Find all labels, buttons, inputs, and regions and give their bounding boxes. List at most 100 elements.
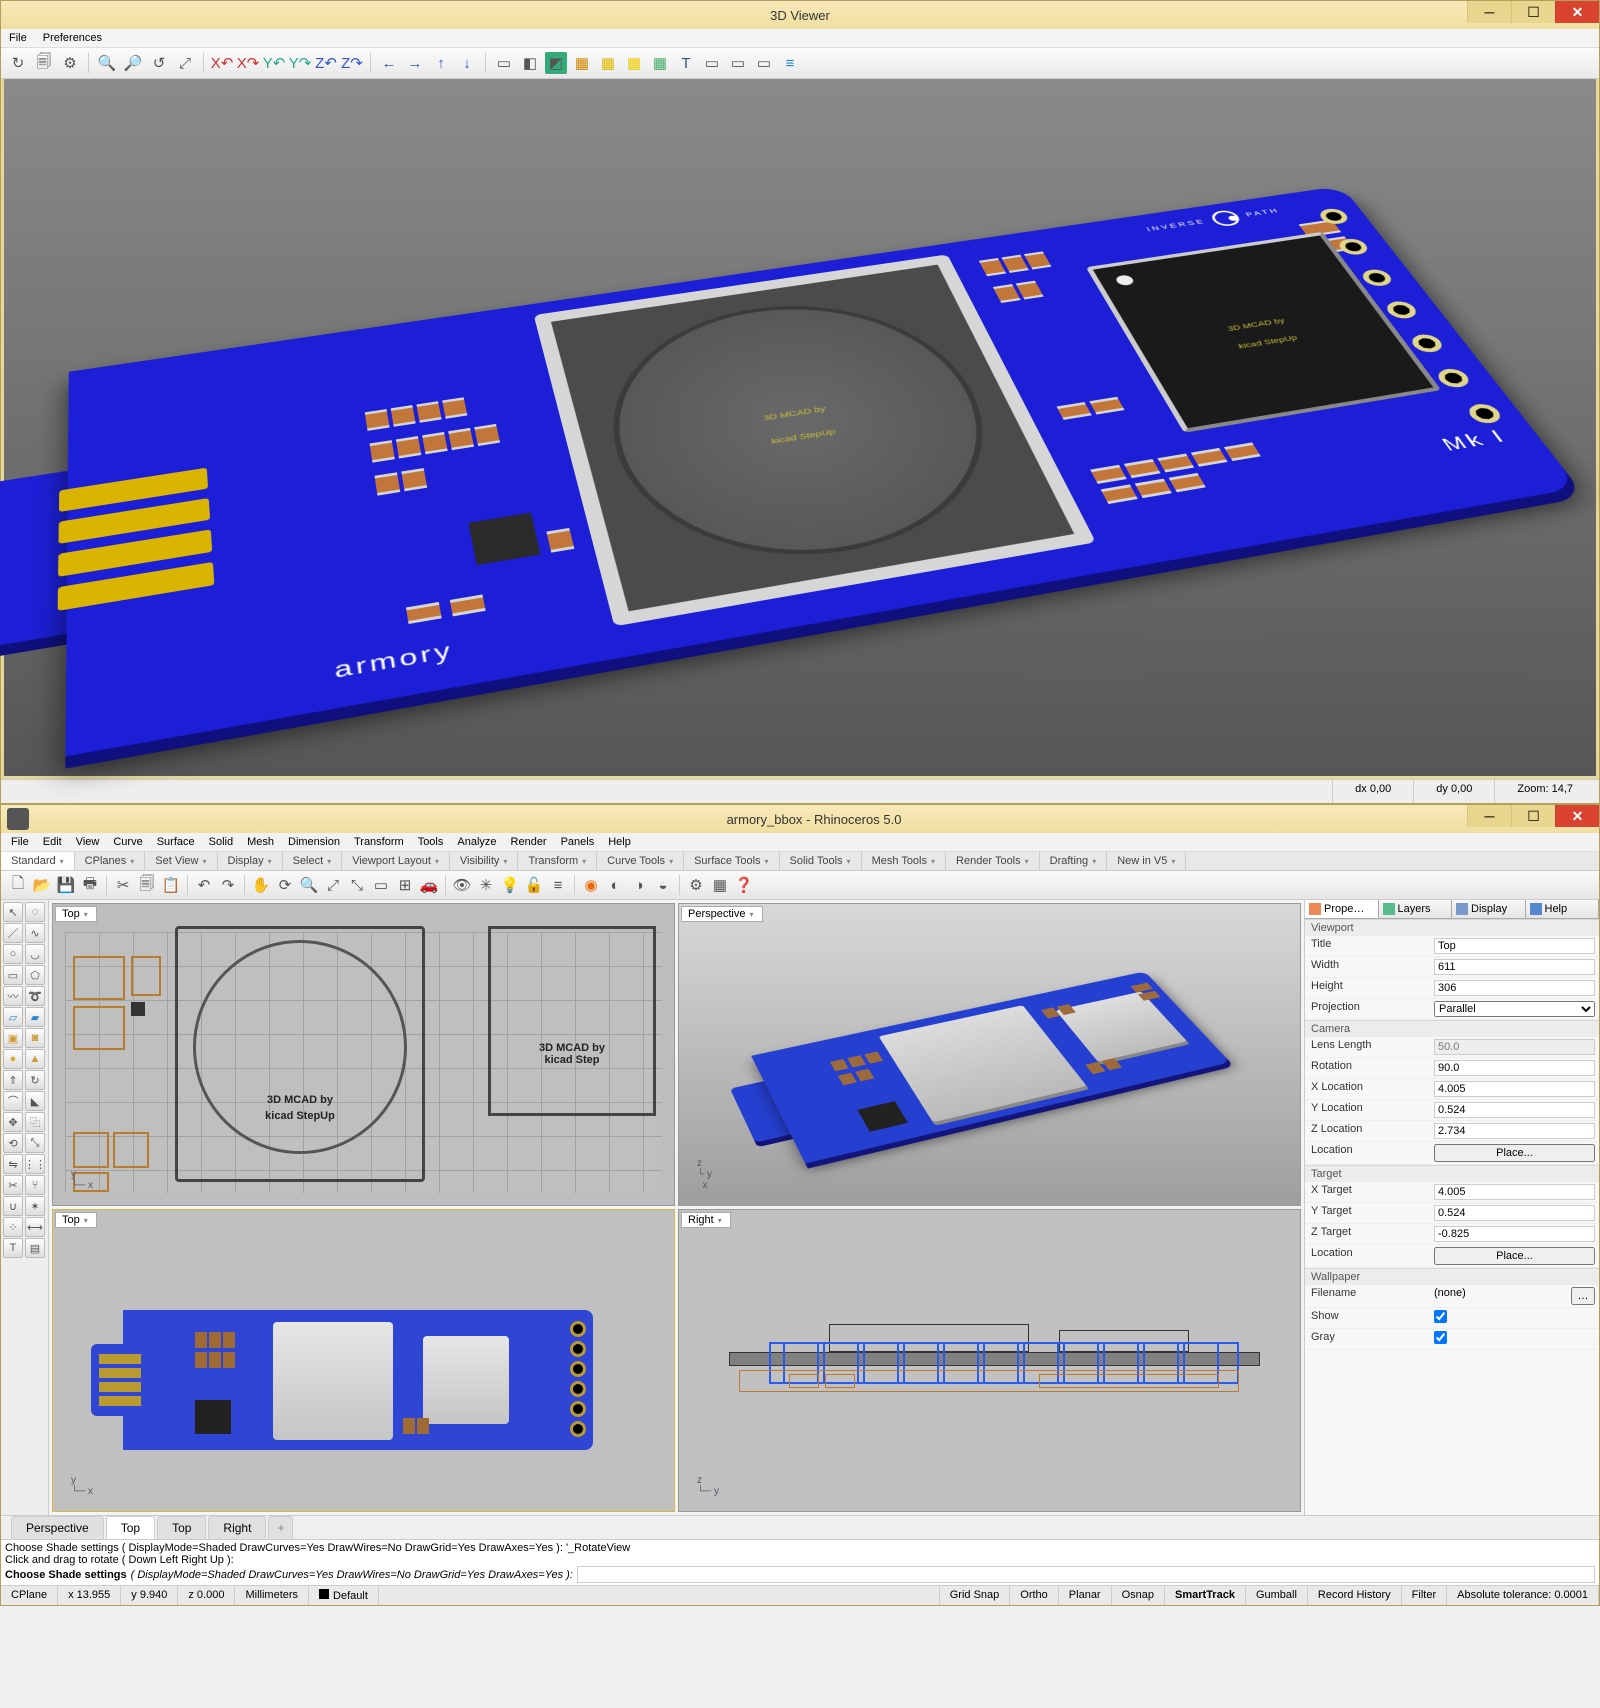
revolve-icon[interactable]: ↻ xyxy=(25,1070,45,1090)
paste-icon[interactable]: ▦ xyxy=(649,52,671,74)
titlebar-rhino[interactable]: armory_bbox - Rhinoceros 5.0 ─ ☐ ✕ xyxy=(1,805,1599,833)
tab-newinv5[interactable]: New in V5▾ xyxy=(1107,852,1186,870)
line-icon[interactable]: ／ xyxy=(3,923,23,943)
toggle-recordhistory[interactable]: Record History xyxy=(1308,1586,1402,1605)
cone-icon[interactable]: ▲ xyxy=(25,1049,45,1069)
prop-height-input[interactable] xyxy=(1434,980,1595,996)
menu-surface[interactable]: Surface xyxy=(157,836,195,848)
explode-icon[interactable]: ✶ xyxy=(25,1196,45,1216)
viewport-label-persp[interactable]: Perspective▾ xyxy=(681,906,763,922)
mirror-icon[interactable]: ⇋ xyxy=(3,1154,23,1174)
polyline-icon[interactable]: ∿ xyxy=(25,923,45,943)
array-icon[interactable]: ⋮⋮ xyxy=(25,1154,45,1174)
scale-icon[interactable]: ⤡ xyxy=(25,1133,45,1153)
config-icon[interactable]: ⚙ xyxy=(59,52,81,74)
tab-setview[interactable]: Set View▾ xyxy=(145,852,217,870)
text-icon[interactable]: T xyxy=(675,52,697,74)
circle-icon[interactable]: ○ xyxy=(3,944,23,964)
rect-icon[interactable]: ▭ xyxy=(3,965,23,985)
prop-ytarget-input[interactable] xyxy=(1434,1205,1595,1221)
place-target-button[interactable]: Place... xyxy=(1434,1247,1595,1265)
shade-icon[interactable]: ◒ xyxy=(652,874,674,896)
zoom-out-icon[interactable]: 🔎 xyxy=(122,52,144,74)
surface-icon[interactable]: ▱ xyxy=(3,1007,23,1027)
prop-zloc-input[interactable] xyxy=(1434,1123,1595,1139)
iso-icon[interactable]: ◧ xyxy=(519,52,541,74)
layers-icon[interactable]: ≡ xyxy=(547,874,569,896)
cyl-icon[interactable]: ◙ xyxy=(25,1028,45,1048)
undo-icon[interactable]: ↶ xyxy=(193,874,215,896)
viewport-tab-add[interactable]: + xyxy=(268,1516,293,1539)
toggle-planar[interactable]: Planar xyxy=(1059,1586,1112,1605)
material-icon[interactable]: ◐ xyxy=(604,874,626,896)
lasso-icon[interactable]: ◌ xyxy=(25,902,45,922)
move-icon[interactable]: ✥ xyxy=(3,1112,23,1132)
pan-up-icon[interactable]: ↑ xyxy=(430,52,452,74)
join-icon[interactable]: ∪ xyxy=(3,1196,23,1216)
hide-icon[interactable]: ✳ xyxy=(475,874,497,896)
help-icon[interactable]: ❓ xyxy=(733,874,755,896)
rotate-z-neg-icon[interactable]: Z↶ xyxy=(315,52,337,74)
pan-left-icon[interactable]: ← xyxy=(378,52,400,74)
tab-standard[interactable]: Standard▾ xyxy=(1,852,75,870)
viewport-right[interactable]: Right▾ xyxy=(678,1209,1301,1512)
cut-icon[interactable]: ✂ xyxy=(112,874,134,896)
lock-icon[interactable]: 💡 xyxy=(499,874,521,896)
zoom-icon[interactable]: 🔍 xyxy=(298,874,320,896)
viewport-tab-perspective[interactable]: Perspective xyxy=(11,1516,104,1539)
realistic-icon[interactable]: ▭ xyxy=(753,52,775,74)
toggle-osnap[interactable]: Osnap xyxy=(1112,1586,1165,1605)
toggle-gumball[interactable]: Gumball xyxy=(1246,1586,1308,1605)
rhino-maximize-button[interactable]: ☐ xyxy=(1511,805,1555,827)
chamfer-icon[interactable]: ◣ xyxy=(25,1091,45,1111)
toggle-filter[interactable]: Filter xyxy=(1402,1586,1447,1605)
command-input[interactable] xyxy=(577,1566,1595,1583)
prop-xtarget-input[interactable] xyxy=(1434,1184,1595,1200)
toggle-ortho[interactable]: Ortho xyxy=(1010,1586,1059,1605)
tab-meshtools[interactable]: Mesh Tools▾ xyxy=(862,852,946,870)
menu-help[interactable]: Help xyxy=(608,836,631,848)
car-icon[interactable]: 🚗 xyxy=(418,874,440,896)
panel-tab-properties[interactable]: Prope… xyxy=(1305,900,1379,918)
tab-cplanes[interactable]: CPlanes▾ xyxy=(75,852,146,870)
hatch-icon[interactable]: ▤ xyxy=(25,1238,45,1258)
viewport-tab-top2[interactable]: Top xyxy=(157,1516,206,1539)
tab-select[interactable]: Select▾ xyxy=(283,852,343,870)
viewport-label-top2[interactable]: Top▾ xyxy=(55,1212,97,1228)
wallpaper-gray-checkbox[interactable] xyxy=(1434,1331,1447,1344)
points-icon[interactable]: ⁘ xyxy=(3,1217,23,1237)
viewport-perspective[interactable]: Perspective▾ z└ y x xyxy=(678,903,1301,1206)
status-units[interactable]: Millimeters xyxy=(235,1586,309,1605)
ortho-icon[interactable]: ▭ xyxy=(493,52,515,74)
3d-viewport[interactable]: 3D MCAD bykicad StepUp 3D MCAD bykicad S… xyxy=(1,79,1599,779)
viewport-tab-right[interactable]: Right xyxy=(208,1516,266,1539)
maximize-button[interactable]: ☐ xyxy=(1511,1,1555,23)
zoom-fit-icon[interactable]: ⤢ xyxy=(174,52,196,74)
tab-visibility[interactable]: Visibility▾ xyxy=(450,852,519,870)
toggle-smarttrack[interactable]: SmartTrack xyxy=(1165,1586,1246,1605)
copper-icon[interactable]: ▦ xyxy=(571,52,593,74)
eco1-icon[interactable]: ▭ xyxy=(701,52,723,74)
new-icon[interactable]: 🗋 xyxy=(7,874,29,896)
rhino-close-button[interactable]: ✕ xyxy=(1555,805,1599,827)
status-layer[interactable]: Default xyxy=(309,1586,379,1605)
prop-ztarget-input[interactable] xyxy=(1434,1226,1595,1242)
menu-tools[interactable]: Tools xyxy=(418,836,444,848)
menu-analyze[interactable]: Analyze xyxy=(457,836,496,848)
silk-icon[interactable]: ▦ xyxy=(597,52,619,74)
dim-icon[interactable]: ⟷ xyxy=(25,1217,45,1237)
titlebar-3dviewer[interactable]: 3D Viewer ─ ☐ ✕ xyxy=(1,1,1599,29)
trim-icon[interactable]: ✂ xyxy=(3,1175,23,1195)
redraw-icon[interactable]: ↺ xyxy=(148,52,170,74)
toggle-gridsnap[interactable]: Grid Snap xyxy=(940,1586,1011,1605)
copy-icon[interactable]: 🗐 xyxy=(33,52,55,74)
tab-rendertools[interactable]: Render Tools▾ xyxy=(946,852,1040,870)
place-camera-button[interactable]: Place... xyxy=(1434,1144,1595,1162)
panel-tab-layers[interactable]: Layers xyxy=(1379,900,1453,918)
text-icon[interactable]: T xyxy=(3,1238,23,1258)
rotate2-icon[interactable]: ⟲ xyxy=(3,1133,23,1153)
curve-icon[interactable]: 〰 xyxy=(3,986,23,1006)
zoom-in-icon[interactable]: 🔍 xyxy=(96,52,118,74)
panel-tab-help[interactable]: Help xyxy=(1526,900,1600,918)
menu-render[interactable]: Render xyxy=(511,836,547,848)
